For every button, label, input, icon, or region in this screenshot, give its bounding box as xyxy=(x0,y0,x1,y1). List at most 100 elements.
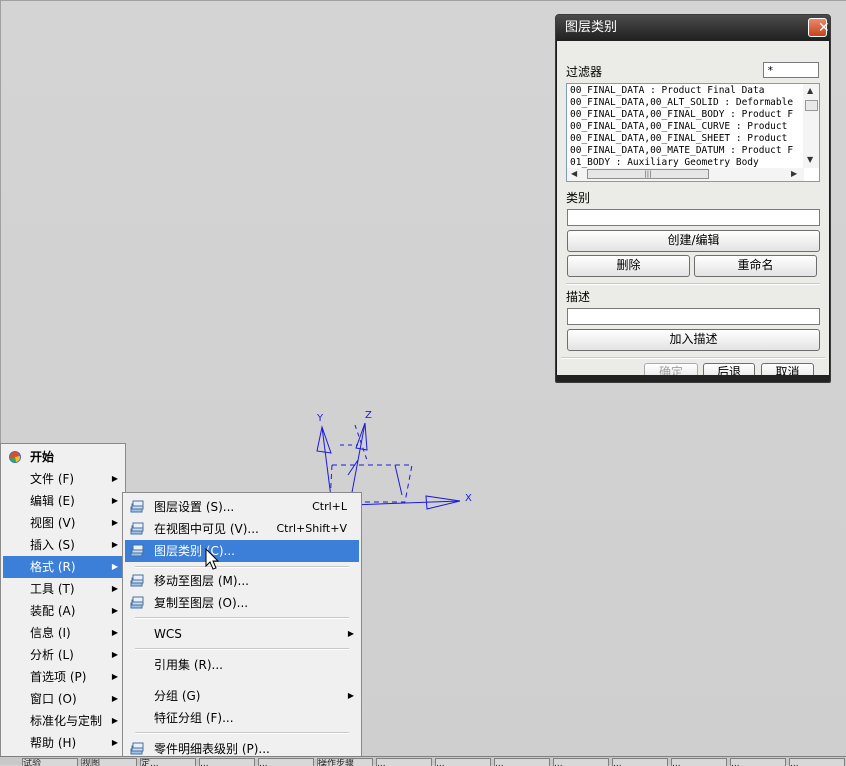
menu-item-label: 信息 (I) xyxy=(30,626,71,640)
list-vertical-scrollbar[interactable]: ▲ ▼ xyxy=(803,84,819,168)
menu-item-analysis[interactable]: 分析 (L) ▶ xyxy=(3,644,123,666)
layer-settings-icon xyxy=(130,500,144,513)
menu-item-assembly[interactable]: 装配 (A) ▶ xyxy=(3,600,123,622)
toolbar-tab[interactable]: 视图 xyxy=(81,758,137,766)
menu-item-layer-settings[interactable]: 图层设置 (S)... Ctrl+L xyxy=(125,496,359,518)
create-edit-button[interactable]: 创建/编辑 xyxy=(567,230,820,252)
close-icon: ✕ xyxy=(818,20,830,36)
toolbar-tab[interactable]: 定... xyxy=(140,758,196,766)
category-label: 类别 xyxy=(566,191,591,205)
dialog-title: 图层类别 xyxy=(565,20,618,35)
add-description-button[interactable]: 加入描述 xyxy=(567,329,820,351)
rename-button[interactable]: 重命名 xyxy=(694,255,817,277)
csys-handles xyxy=(347,459,403,496)
menu-item-groups[interactable]: 分组 (G) ▶ xyxy=(125,685,359,707)
scroll-up-icon[interactable]: ▲ xyxy=(807,86,813,95)
toolbar-tab[interactable]: ... xyxy=(671,758,727,766)
toolbar-tab[interactable]: ... xyxy=(435,758,491,766)
menu-item-standardize-customize[interactable]: 标准化与定制 ▶ xyxy=(3,710,123,732)
list-horizontal-scrollbar[interactable]: ◀ ||| ▶ xyxy=(567,168,804,181)
menu-item-reference-sets[interactable]: 引用集 (R)... xyxy=(125,654,359,676)
menu-item-label: 视图 (V) xyxy=(30,516,76,530)
start-menu: 开始 文件 (F) ▶ 编辑 (E) ▶ 视图 (V) ▶ 插入 (S) ▶ 格式 (R) ▶ 工具… xyxy=(0,443,126,764)
filter-input[interactable]: * xyxy=(763,62,819,78)
menu-item-label: 装配 (A) xyxy=(30,604,76,618)
toolbar-tab[interactable]: ... xyxy=(730,758,786,766)
window-border xyxy=(0,0,846,1)
toolbar-tab[interactable]: ... xyxy=(612,758,668,766)
submenu-arrow-icon: ▶ xyxy=(111,518,118,527)
toolbar-tab[interactable]: 操作步骤 xyxy=(317,758,373,766)
format-submenu: 图层设置 (S)... Ctrl+L 在视图中可见 (V)... Ctrl+Shift… xyxy=(122,492,362,764)
menu-item-help[interactable]: 帮助 (H) ▶ xyxy=(3,732,123,754)
menu-item-format[interactable]: 格式 (R) ▶ xyxy=(3,556,123,578)
menu-item-label: 复制至图层 (O)... xyxy=(154,596,249,610)
submenu-arrow-icon: ▶ xyxy=(111,672,118,681)
category-list-item[interactable]: 00_FINAL_DATA : Product Final Data xyxy=(570,85,804,97)
category-list[interactable]: 00_FINAL_DATA : Product Final Data 00_FIN… xyxy=(566,83,820,182)
menu-item-visible-in-view[interactable]: 在视图中可见 (V)... Ctrl+Shift+V xyxy=(125,518,359,540)
menu-item-wcs[interactable]: WCS ▶ xyxy=(125,623,359,645)
menu-item-label: 窗口 (O) xyxy=(30,692,77,706)
vertical-scroll-thumb[interactable] xyxy=(805,100,818,111)
toolbar-tab[interactable]: ... xyxy=(258,758,314,766)
submenu-arrow-icon: ▶ xyxy=(111,562,118,571)
menu-item-label: 文件 (F) xyxy=(30,472,75,486)
horizontal-scroll-thumb[interactable]: ||| xyxy=(587,169,709,179)
menu-item-label: 编辑 (E) xyxy=(30,494,75,508)
menu-item-label: 格式 (R) xyxy=(30,560,76,574)
menu-item-edit[interactable]: 编辑 (E) ▶ xyxy=(3,490,123,512)
submenu-arrow-icon: ▶ xyxy=(347,629,354,638)
submenu-arrow-icon: ▶ xyxy=(111,606,118,615)
start-menu-header[interactable]: 开始 xyxy=(3,446,123,468)
menu-item-label: 移动至图层 (M)... xyxy=(154,574,249,588)
submenu-arrow-icon: ▶ xyxy=(111,628,118,637)
scroll-left-icon[interactable]: ◀ xyxy=(571,169,577,178)
menu-item-label: 工具 (T) xyxy=(30,582,75,596)
category-input[interactable] xyxy=(567,209,820,226)
description-input[interactable] xyxy=(567,308,820,325)
menu-item-file[interactable]: 文件 (F) ▶ xyxy=(3,468,123,490)
menu-item-information[interactable]: 信息 (I) ▶ xyxy=(3,622,123,644)
toolbar-tab[interactable]: ... xyxy=(494,758,550,766)
menu-item-tools[interactable]: 工具 (T) ▶ xyxy=(3,578,123,600)
menu-item-feature-groups[interactable]: 特征分组 (F)... xyxy=(125,707,359,729)
close-button[interactable]: ✕ xyxy=(808,18,830,37)
category-list-item[interactable]: 00_FINAL_DATA,00_MATE_DATUM : Product F xyxy=(570,145,804,157)
copy-to-layer-icon xyxy=(130,596,144,609)
menu-item-window[interactable]: 窗口 (O) ▶ xyxy=(3,688,123,710)
toolbar-tab[interactable]: ... xyxy=(789,758,845,766)
menu-item-layer-category[interactable]: 图层类别 (C)... xyxy=(125,540,359,562)
description-label: 描述 xyxy=(566,290,591,304)
scroll-right-icon[interactable]: ▶ xyxy=(791,169,797,178)
menu-separator xyxy=(135,566,349,568)
parts-list-icon xyxy=(130,742,144,755)
menu-item-insert[interactable]: 插入 (S) ▶ xyxy=(3,534,123,556)
menu-item-label: 图层设置 (S)... xyxy=(154,500,235,514)
menu-item-copy-to-layer[interactable]: 复制至图层 (O)... xyxy=(125,592,359,614)
category-list-item[interactable]: 00_FINAL_DATA,00_ALT_SOLID : Deformable xyxy=(570,97,804,109)
toolbar-tab[interactable]: 试验 xyxy=(22,758,78,766)
dialog-title-bar[interactable]: 图层类别 ✕ xyxy=(556,15,830,41)
category-list-items: 00_FINAL_DATA : Product Final Data 00_FIN… xyxy=(570,85,804,169)
category-list-item[interactable]: 00_FINAL_DATA,00_FINAL_SHEET : Product xyxy=(570,133,804,145)
toolbar-tab[interactable]: ... xyxy=(376,758,432,766)
menu-item-preferences[interactable]: 首选项 (P) ▶ xyxy=(3,666,123,688)
submenu-arrow-icon: ▶ xyxy=(347,691,354,700)
menu-item-label: 首选项 (P) xyxy=(30,670,87,684)
menu-item-label: 标准化与定制 xyxy=(30,714,103,728)
menu-item-label: 分析 (L) xyxy=(30,648,74,662)
toolbar-tab[interactable]: ... xyxy=(553,758,609,766)
toolbar-tab[interactable]: ... xyxy=(199,758,255,766)
category-list-item[interactable]: 00_FINAL_DATA,00_FINAL_BODY : Product F xyxy=(570,109,804,121)
menu-item-shortcut: Ctrl+Shift+V xyxy=(276,522,347,535)
menu-item-move-to-layer[interactable]: 移动至图层 (M)... xyxy=(125,570,359,592)
category-list-item[interactable]: 00_FINAL_DATA,00_FINAL_CURVE : Product xyxy=(570,121,804,133)
submenu-arrow-icon: ▶ xyxy=(111,738,118,747)
move-to-layer-icon xyxy=(130,574,144,587)
menu-item-view[interactable]: 视图 (V) ▶ xyxy=(3,512,123,534)
delete-button[interactable]: 删除 xyxy=(567,255,690,277)
layer-category-icon xyxy=(130,544,144,557)
scroll-down-icon[interactable]: ▼ xyxy=(807,155,813,164)
z-axis-line xyxy=(349,422,366,504)
